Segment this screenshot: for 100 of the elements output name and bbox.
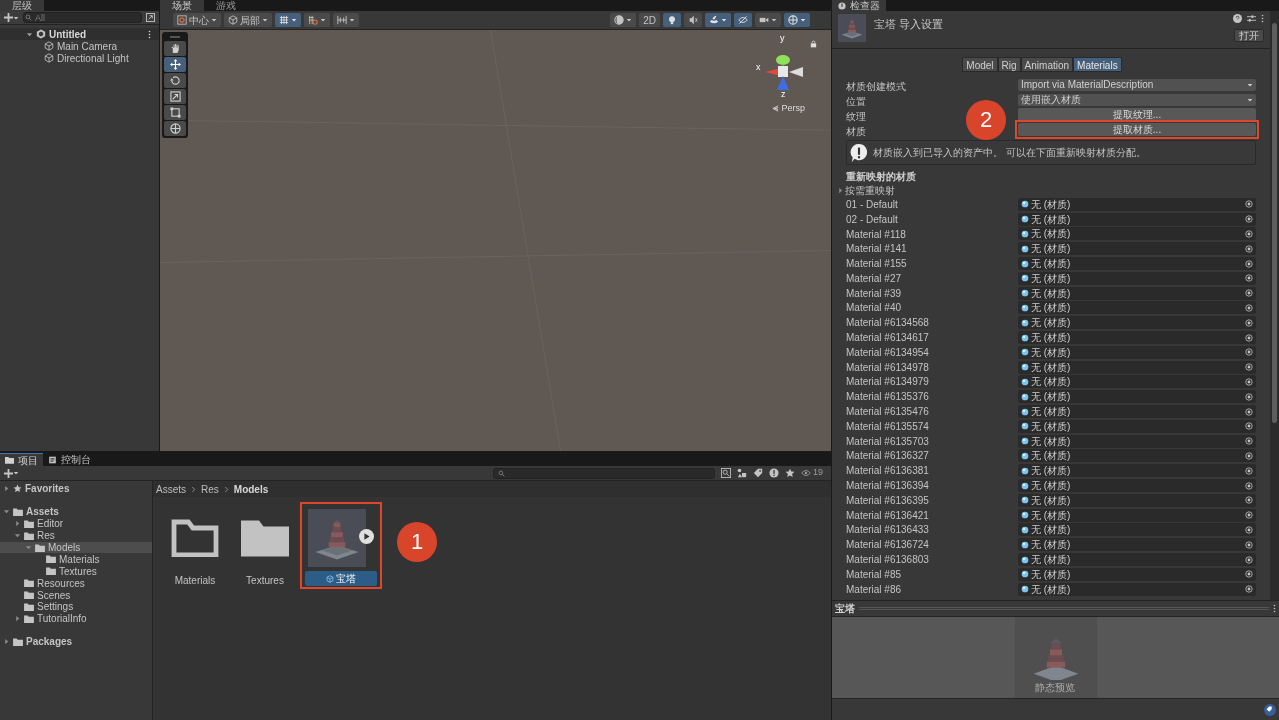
tree-item[interactable]: Scenes	[0, 589, 152, 601]
toolbar-button[interactable]: 中心	[173, 13, 221, 27]
toolbar-button[interactable]	[333, 13, 359, 27]
object-field[interactable]: 无 (材质)	[1018, 212, 1256, 226]
help-icon[interactable]	[1233, 14, 1242, 23]
toolbar-button[interactable]	[784, 13, 810, 27]
foldout[interactable]: 按需重映射	[832, 183, 1270, 197]
asset-item[interactable]: Materials	[163, 505, 227, 588]
tree-item[interactable]: Assets	[0, 505, 152, 518]
object-field[interactable]: 无 (材质)	[1018, 242, 1256, 256]
object-field[interactable]: 无 (材质)	[1018, 538, 1256, 552]
tree-item[interactable]: Models	[0, 541, 152, 554]
add-button[interactable]	[4, 468, 19, 478]
object-field[interactable]: 无 (材质)	[1018, 360, 1256, 374]
search-field[interactable]	[493, 467, 715, 479]
object-field[interactable]: 无 (材质)	[1018, 271, 1256, 285]
toolbar-button[interactable]	[755, 13, 781, 27]
object-field[interactable]: 无 (材质)	[1018, 567, 1256, 581]
object-field[interactable]: 无 (材质)	[1018, 434, 1256, 448]
panel-tab[interactable]: 游戏	[204, 0, 248, 11]
tool-button[interactable]	[164, 41, 186, 56]
play-icon[interactable]	[359, 529, 374, 544]
object-field[interactable]: 无 (材质)	[1018, 582, 1256, 596]
panel-tab[interactable]: 场景	[160, 0, 204, 11]
tree-item[interactable]: Resources	[0, 577, 152, 590]
dropdown[interactable]: 使用嵌入材质	[1018, 93, 1256, 106]
tool-button[interactable]	[164, 89, 186, 104]
tree-item[interactable]: Textures	[0, 565, 152, 578]
object-field[interactable]: 无 (材质)	[1018, 375, 1256, 389]
label-tag-icon[interactable]	[1264, 703, 1276, 716]
toolbar-button[interactable]	[275, 13, 301, 27]
search-window-icon[interactable]	[721, 468, 731, 478]
tool-button[interactable]	[164, 57, 186, 72]
asset-item[interactable]: Textures	[233, 505, 297, 588]
toolbar-button[interactable]	[610, 13, 637, 27]
object-field[interactable]: 无 (材质)	[1018, 257, 1256, 271]
caret-icon[interactable]	[14, 615, 21, 623]
tree-item[interactable]: Editor	[0, 517, 152, 530]
object-field[interactable]: 无 (材质)	[1018, 331, 1256, 345]
scene-viewport[interactable]: y x z Persp	[160, 30, 831, 451]
toolbar-button[interactable]: 2D	[639, 13, 660, 27]
breadcrumb-item[interactable]: Models	[233, 481, 269, 497]
object-field[interactable]: 无 (材质)	[1018, 553, 1256, 566]
projection-label[interactable]: Persp	[772, 102, 805, 116]
asset-item[interactable]: 宝塔	[303, 505, 379, 586]
object-field[interactable]: 无 (材质)	[1018, 508, 1256, 522]
caret-icon[interactable]	[26, 30, 33, 38]
toolbar-button[interactable]	[684, 13, 702, 27]
inspector-tab[interactable]: Materials	[1073, 57, 1122, 72]
caret-icon[interactable]	[14, 520, 21, 528]
toolbar-button[interactable]	[663, 13, 681, 27]
tree-item[interactable]: Materials	[0, 553, 152, 566]
breadcrumb-item[interactable]: Res	[201, 481, 219, 497]
object-field[interactable]: 无 (材质)	[1018, 197, 1256, 211]
object-field[interactable]: 无 (材质)	[1018, 301, 1256, 315]
object-field[interactable]: 无 (材质)	[1018, 419, 1256, 433]
toolbar-button[interactable]	[734, 13, 752, 27]
inspector-tab[interactable]: Animation	[1020, 57, 1074, 72]
tag-icon[interactable]	[753, 468, 763, 478]
panel-tab[interactable]: 控制台	[43, 453, 96, 466]
tree-item[interactable]: Favorites	[0, 483, 152, 495]
object-field[interactable]: 无 (材质)	[1018, 449, 1256, 463]
shapes-icon[interactable]	[737, 468, 747, 478]
caret-icon[interactable]	[14, 532, 21, 540]
caret-icon[interactable]	[3, 638, 10, 646]
panel-tab[interactable]: 层级	[0, 0, 44, 11]
dropdown[interactable]: Import via MaterialDescription	[1018, 78, 1256, 91]
action-button[interactable]: 提取材质...	[1018, 123, 1256, 136]
filter-icon[interactable]	[146, 13, 155, 22]
tool-button[interactable]	[164, 73, 186, 88]
object-field[interactable]: 无 (材质)	[1018, 493, 1256, 507]
tree-item[interactable]: Packages	[0, 635, 152, 648]
object-field[interactable]: 无 (材质)	[1018, 405, 1256, 419]
tree-item[interactable]: Res	[0, 529, 152, 542]
caret-icon[interactable]	[3, 485, 10, 493]
hierarchy-item[interactable]: Untitled	[0, 28, 159, 40]
sliders-icon[interactable]	[1247, 14, 1256, 23]
object-field[interactable]: 无 (材质)	[1018, 523, 1256, 537]
scrollbar-thumb[interactable]	[1272, 23, 1277, 423]
object-field[interactable]: 无 (材质)	[1018, 464, 1256, 478]
tool-button[interactable]	[164, 121, 186, 136]
toolbar-button[interactable]: 局部	[224, 13, 272, 27]
tree-item[interactable]: Settings	[0, 601, 152, 613]
object-field[interactable]: 无 (材质)	[1018, 479, 1256, 493]
breadcrumb-item[interactable]: Assets	[156, 481, 186, 497]
inspector-tab[interactable]: Rig	[997, 57, 1021, 72]
panel-tab[interactable]: 项目	[0, 453, 43, 466]
panel-tab[interactable]: 检查器	[832, 0, 886, 11]
warning-icon[interactable]	[769, 468, 779, 478]
hierarchy-item[interactable]: Directional Light	[0, 52, 159, 64]
lock-icon[interactable]	[810, 40, 817, 48]
toolbar-button[interactable]	[705, 13, 731, 27]
hierarchy-item[interactable]: Main Camera	[0, 40, 159, 52]
add-button[interactable]	[4, 13, 19, 22]
object-field[interactable]: 无 (材质)	[1018, 316, 1256, 330]
search-field[interactable]: All	[23, 12, 142, 23]
caret-icon[interactable]	[3, 508, 10, 516]
object-field[interactable]: 无 (材质)	[1018, 390, 1256, 404]
open-button[interactable]: 打开	[1234, 29, 1264, 42]
star-icon[interactable]	[785, 468, 795, 478]
